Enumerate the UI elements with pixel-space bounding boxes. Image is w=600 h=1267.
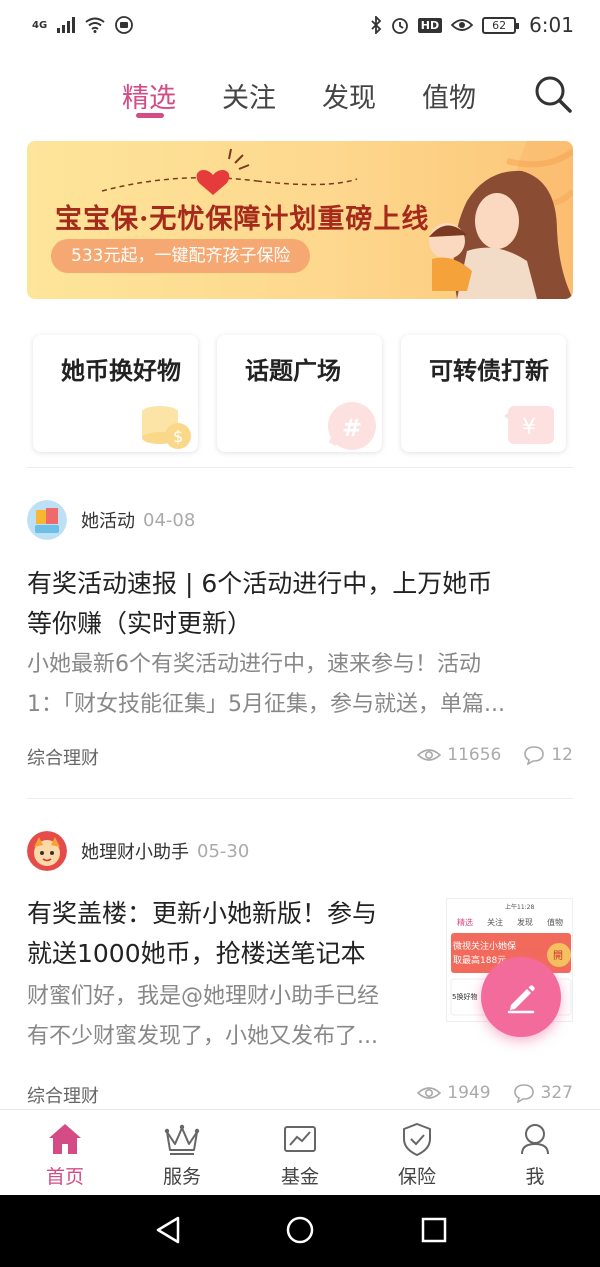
home-circle-icon[interactable] xyxy=(285,1215,315,1245)
hd-icon: HD xyxy=(417,17,443,33)
pencil-icon xyxy=(507,985,535,1014)
user-icon xyxy=(521,1124,549,1155)
banner-subtitle: 533元起，一键配齐孩子保险 xyxy=(51,239,311,273)
quick-card-topic-square[interactable]: 话题广场 # xyxy=(217,335,382,452)
article-author-row[interactable]: 她理财小助手 05-30 xyxy=(27,831,249,871)
thumb-tab: 发现 xyxy=(517,917,533,927)
signal-icon xyxy=(57,17,76,33)
svg-text:¥: ¥ xyxy=(522,415,536,440)
avatar[interactable] xyxy=(27,500,67,540)
clock: 6:01 xyxy=(529,13,574,37)
comment-count: 12 xyxy=(551,745,573,765)
thumb-banner-text: 微视关注小她保 xyxy=(453,940,516,952)
article-author-row[interactable]: 她活动 04-08 xyxy=(27,500,195,540)
eye-icon xyxy=(417,749,442,761)
article-summary[interactable]: 小她最新6个有奖活动进行中，速来参与！活动 1：「财女技能征集」5月征集，参与就… xyxy=(27,645,575,725)
view-count: 11656 xyxy=(447,745,502,765)
compose-button[interactable] xyxy=(481,957,561,1037)
article-summary-line: 有不少财蜜发现了，小她又发布了... xyxy=(27,1024,378,1049)
article-stats: 1949 327 xyxy=(417,1083,573,1103)
article-category-tag[interactable]: 综合理财 xyxy=(27,1082,99,1108)
thumb-tab: 精选 xyxy=(457,917,473,927)
section-divider xyxy=(27,467,573,468)
view-count: 1949 xyxy=(447,1083,491,1103)
avatar[interactable] xyxy=(27,831,67,871)
battery-level: 62 xyxy=(492,18,507,32)
nav-label: 我 xyxy=(525,1166,545,1188)
yen-exchange-icon: ¥ xyxy=(504,406,554,444)
back-icon[interactable] xyxy=(154,1215,182,1245)
quick-card-convertible-bond[interactable]: 可转债打新 ¥ xyxy=(401,335,566,452)
article-title-line: 等你赚（实时更新） xyxy=(27,609,253,638)
article-title[interactable]: 有奖盖楼：更新小她新版！参与 就送1000她币，抢楼送笔记本 xyxy=(27,894,377,974)
nav-label: 首页 xyxy=(45,1166,84,1188)
quick-card-label: 她币换好物 xyxy=(61,357,181,385)
article-title-line: 有奖盖楼：更新小她新版！参与 xyxy=(27,899,378,928)
article-title-line: 有奖活动速报 | 6个活动进行中，上万她币 xyxy=(27,569,493,598)
thumb-open-button: 開 xyxy=(553,950,563,962)
top-tab-bar: 精选 关注 发现 值物 xyxy=(0,60,600,130)
article-date: 05-30 xyxy=(197,840,250,862)
article-category-tag[interactable]: 综合理财 xyxy=(27,744,99,770)
comment-icon xyxy=(513,1084,534,1103)
tab-following[interactable]: 关注 xyxy=(222,76,276,115)
bottom-navigation: 首页 服务 基金 保险 我 xyxy=(0,1109,600,1195)
recent-apps-icon[interactable] xyxy=(420,1215,448,1245)
nav-me[interactable]: 我 xyxy=(475,1110,595,1196)
svg-text:#: # xyxy=(342,414,362,442)
nav-label: 服务 xyxy=(162,1166,201,1188)
article-summary-line: 财蜜们好，我是@她理财小助手已经 xyxy=(27,984,380,1009)
hashtag-bubble-icon: # xyxy=(328,402,376,450)
tab-discover[interactable]: 发现 xyxy=(322,76,376,115)
battery-icon: 62 xyxy=(482,16,520,34)
quick-card-label: 话题广场 xyxy=(245,357,341,385)
coins-icon: $ xyxy=(142,406,191,449)
nav-label: 基金 xyxy=(280,1166,319,1188)
nav-label: 保险 xyxy=(397,1166,436,1188)
tab-value-items[interactable]: 值物 xyxy=(422,76,476,115)
comment-icon xyxy=(524,746,545,765)
article-title[interactable]: 有奖活动速报 | 6个活动进行中，上万她币 等你赚（实时更新） xyxy=(27,564,492,644)
thumb-tab: 关注 xyxy=(487,917,503,927)
crown-icon xyxy=(164,1124,200,1155)
app-notification-icon xyxy=(115,16,134,34)
eye-comfort-icon xyxy=(451,19,474,31)
thumb-card-text: 5换好物 xyxy=(452,992,477,1001)
eye-icon xyxy=(417,1087,442,1099)
system-navigation-bar xyxy=(0,1195,600,1267)
article-summary-line: 1：「财女技能征集」5月征集，参与就送，单篇... xyxy=(27,692,505,717)
article-author[interactable]: 她活动 xyxy=(81,507,135,533)
network-label: 4G xyxy=(32,19,48,31)
quick-card-label: 可转债打新 xyxy=(429,357,549,385)
status-bar: 4G HD 62 6:01 xyxy=(0,0,600,50)
thumb-tab: 值物 xyxy=(547,917,563,927)
nav-insurance[interactable]: 保险 xyxy=(357,1110,477,1196)
nav-services[interactable]: 服务 xyxy=(122,1110,242,1196)
article-summary-line: 小她最新6个有奖活动进行中，速来参与！活动 xyxy=(27,652,481,677)
search-icon[interactable] xyxy=(533,74,573,114)
nav-funds[interactable]: 基金 xyxy=(240,1110,360,1196)
article-stats: 11656 12 xyxy=(417,745,573,765)
alarm-icon xyxy=(391,18,408,34)
comment-count: 327 xyxy=(540,1083,573,1103)
thumb-time: 上午11:28 xyxy=(505,903,534,911)
section-divider xyxy=(27,798,573,799)
svg-text:$: $ xyxy=(173,427,183,446)
chart-icon xyxy=(284,1126,316,1152)
nav-home[interactable]: 首页 xyxy=(5,1110,125,1196)
tab-featured[interactable]: 精选 xyxy=(122,76,176,115)
bluetooth-icon xyxy=(371,16,382,34)
article-title-line: 就送1000她币，抢楼送笔记本 xyxy=(27,939,366,968)
wifi-icon xyxy=(85,17,105,33)
shield-icon xyxy=(403,1122,431,1157)
article-summary[interactable]: 财蜜们好，我是@她理财小助手已经 有不少财蜜发现了，小她又发布了... xyxy=(27,977,437,1057)
article-author[interactable]: 她理财小助手 xyxy=(81,838,189,864)
home-icon xyxy=(49,1124,81,1154)
tab-active-indicator xyxy=(136,113,164,118)
banner-title: 宝宝保·无忧保障计划重磅上线 xyxy=(55,204,430,235)
promo-banner[interactable]: 宝宝保·无忧保障计划重磅上线 533元起，一键配齐孩子保险 xyxy=(27,141,573,299)
quick-card-coin-exchange[interactable]: 她币换好物 $ xyxy=(33,335,198,452)
article-date: 04-08 xyxy=(143,509,196,531)
